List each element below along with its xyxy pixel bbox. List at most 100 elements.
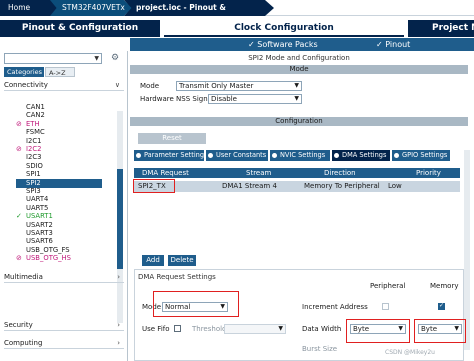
- status-dot-icon: [136, 153, 141, 158]
- threshold-select[interactable]: ▼: [224, 324, 286, 334]
- nss-label: Hardware NSS Signal: [140, 95, 214, 103]
- search-input[interactable]: ▼: [4, 53, 102, 64]
- tab-nvic-settings[interactable]: NVIC Settings: [270, 150, 330, 161]
- scrollbar[interactable]: [117, 111, 123, 323]
- tab-user-constants[interactable]: User Constants: [206, 150, 268, 161]
- tab-a-z[interactable]: A->Z: [45, 67, 75, 77]
- tab-parameter-settings-label: Parameter Settings: [144, 151, 204, 159]
- tab-user-constants-label: User Constants: [216, 151, 267, 159]
- mode-label: Mode: [140, 82, 160, 90]
- cell-direction: Memory To Peripheral: [304, 182, 380, 190]
- sidebar-item-label: I2C2: [26, 145, 42, 153]
- sidebar-item-label: SDIO: [26, 161, 43, 170]
- peripheral-column-label: Peripheral: [370, 282, 406, 290]
- table-row[interactable]: SPI2_TX DMA1 Stream 4 Memory To Peripher…: [134, 181, 460, 192]
- highlight-box-request: [133, 179, 175, 193]
- col-stream: Stream: [246, 169, 272, 177]
- tab-clock-configuration[interactable]: Clock Configuration: [164, 20, 404, 37]
- breadcrumb: Home STM32F407VETx project.ioc - Pinout …: [0, 0, 474, 16]
- breadcrumb-mcu[interactable]: STM32F407VETx: [50, 0, 132, 16]
- scrollbar-thumb[interactable]: [117, 169, 123, 269]
- section-computing[interactable]: Computing ›: [4, 337, 124, 349]
- sidebar-item-label: UART4: [26, 195, 49, 204]
- chevron-down-icon: ▼: [294, 95, 299, 102]
- sidebar-item-label: SPI2: [26, 178, 41, 187]
- breadcrumb-home[interactable]: Home: [0, 0, 58, 16]
- sub-toolbar: ✓ Software Packs ✓ Pinout: [0, 38, 474, 51]
- config-panel: SPI2 Mode and Configuration Mode Mode Tr…: [130, 51, 474, 361]
- sidebar-item-label: USART6: [26, 237, 53, 246]
- tab-categories[interactable]: Categories: [4, 67, 44, 77]
- section-computing-label: Computing: [4, 339, 43, 347]
- nss-select[interactable]: Disable ▼: [208, 94, 302, 104]
- sidebar-item-label: USB_OTG_FS: [26, 245, 70, 254]
- section-security-label: Security: [4, 321, 33, 329]
- tab-dma-settings[interactable]: DMA Settings: [332, 150, 390, 161]
- software-packs-menu[interactable]: ✓ Software Packs: [248, 38, 318, 51]
- tab-gpio-settings[interactable]: GPIO Settings: [392, 150, 450, 161]
- tab-parameter-settings[interactable]: Parameter Settings: [134, 150, 204, 161]
- sidebar-item-label: USB_OTG_HS: [26, 254, 71, 263]
- highlight-box-mode: [153, 291, 239, 317]
- watermark: CSDN @Mikey2u: [385, 349, 435, 356]
- delete-button[interactable]: Delete: [168, 255, 196, 266]
- section-connectivity-label: Connectivity: [4, 81, 48, 89]
- mode-select[interactable]: Transmit Only Master ▼: [176, 81, 302, 91]
- warning-icon: ⊘: [16, 145, 22, 153]
- sidebar-item-label: I2C1: [26, 136, 42, 145]
- section-security[interactable]: Security ›: [4, 319, 124, 331]
- increment-memory-checkbox[interactable]: [438, 302, 445, 310]
- increment-address-label: Increment Address: [302, 303, 368, 311]
- status-dot-icon: [334, 153, 339, 158]
- chevron-right-icon: ›: [117, 339, 120, 347]
- chevron-right-icon: ›: [117, 321, 120, 329]
- main-tabs: Pinout & Configuration Clock Configurati…: [0, 20, 474, 37]
- highlight-box-peripheral-width: [346, 319, 410, 343]
- sidebar-item-label: SPI1: [26, 170, 41, 179]
- page-title: SPI2 Mode and Configuration: [248, 54, 350, 62]
- sidebar-item-label: SPI3: [26, 187, 41, 195]
- sidebar-item-label: I2C3: [26, 153, 42, 162]
- pinout-menu[interactable]: ✓ Pinout: [376, 38, 410, 51]
- data-width-label: Data Width: [302, 325, 342, 333]
- col-dma-request: DMA Request: [142, 169, 189, 177]
- sidebar-item-label: FSMC: [26, 128, 45, 137]
- sidebar-item-usb_otg_hs[interactable]: ⊘ USB_OTG_HS: [16, 254, 71, 263]
- chevron-down-icon: ▼: [278, 325, 283, 332]
- reset-configuration-button[interactable]: Reset Configuration: [138, 133, 206, 153]
- breadcrumb-project[interactable]: project.ioc - Pinout & Configuration: [124, 0, 274, 16]
- dma-request-settings-title: DMA Request Settings: [138, 273, 216, 281]
- dma-table-header: DMA Request Stream Direction Priority: [134, 168, 460, 178]
- col-priority: Priority: [416, 169, 441, 177]
- section-multimedia-label: Multimedia: [4, 273, 43, 281]
- tab-project-manager[interactable]: Project M: [408, 20, 474, 37]
- sidebar-item-label: USART3: [26, 229, 53, 237]
- tab-nvic-settings-label: NVIC Settings: [280, 151, 326, 159]
- add-button[interactable]: Add: [142, 255, 164, 266]
- chevron-right-icon: ›: [117, 273, 120, 281]
- nss-select-value: Disable: [211, 95, 237, 103]
- tab-dma-settings-label: DMA Settings: [342, 151, 387, 159]
- sidebar-item-label: CAN1: [26, 103, 45, 111]
- warning-icon: ⊘: [16, 254, 22, 263]
- tab-pinout-configuration[interactable]: Pinout & Configuration: [0, 20, 160, 37]
- mode-band: Mode: [130, 65, 468, 74]
- chevron-down-icon: ▼: [94, 55, 99, 62]
- status-dot-icon: [272, 153, 277, 158]
- config-tabs: Parameter Settings User Constants NVIC S…: [134, 150, 452, 161]
- cell-priority: Low: [388, 182, 402, 190]
- increment-peripheral-checkbox[interactable]: [382, 303, 389, 310]
- component-panel: ▼ ⚙ Categories A->Z Connectivity ∨ CAN1 C…: [0, 51, 128, 361]
- sidebar-item-label: USART2: [26, 220, 53, 229]
- section-multimedia[interactable]: Multimedia ›: [4, 271, 124, 283]
- warning-icon: ⊘: [16, 119, 22, 128]
- section-connectivity[interactable]: Connectivity ∨: [4, 79, 124, 91]
- sidebar-item-label: UART5: [26, 203, 49, 212]
- sidebar-item-label: ETH: [26, 119, 40, 128]
- configuration-band: Configuration: [130, 117, 468, 126]
- use-fifo-checkbox[interactable]: [174, 325, 181, 332]
- use-fifo-label: Use Fifo: [142, 325, 170, 333]
- gear-icon[interactable]: ⚙: [106, 53, 124, 64]
- tab-gpio-settings-label: GPIO Settings: [402, 151, 448, 159]
- check-icon: ✓: [16, 212, 22, 221]
